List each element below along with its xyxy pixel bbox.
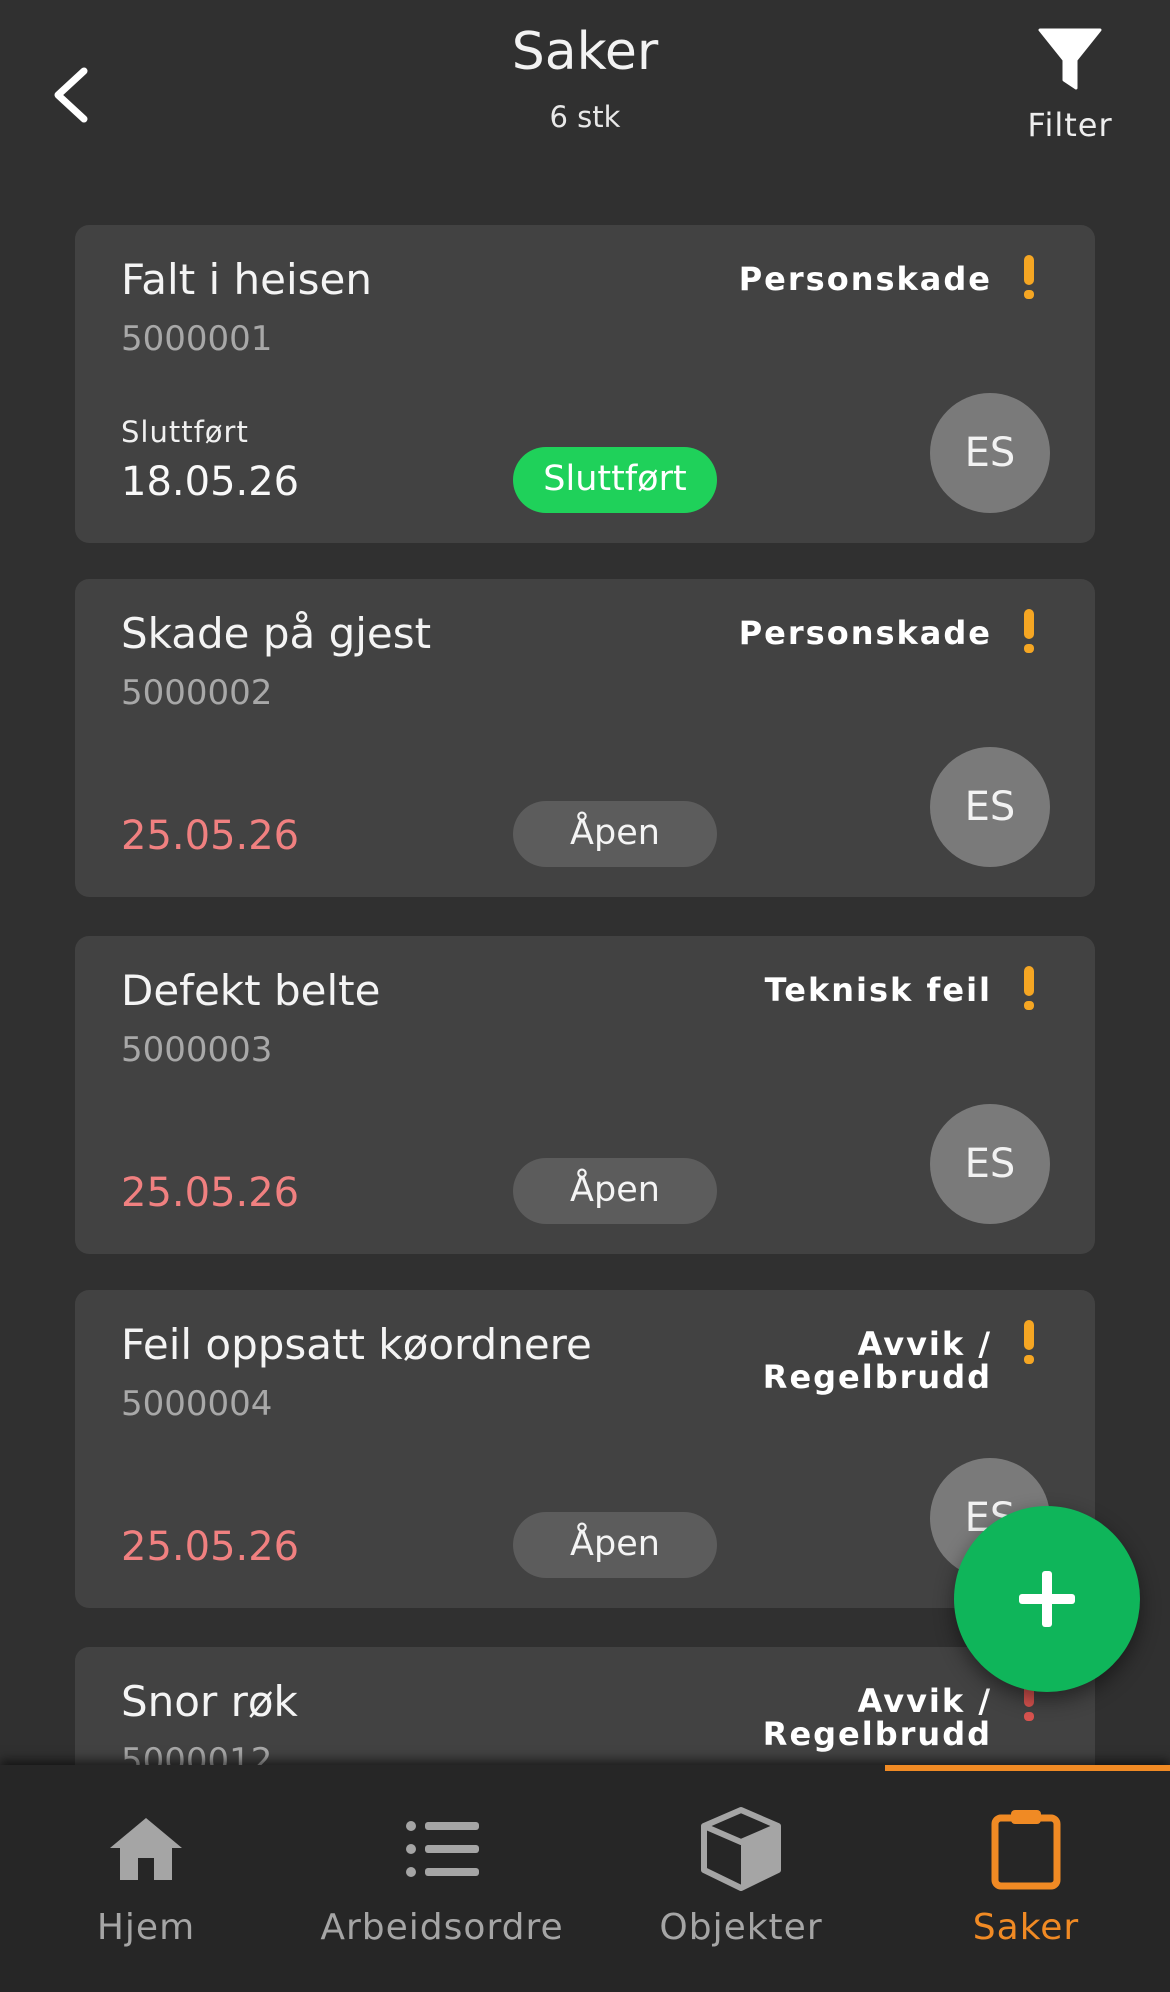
case-title: Snor røk	[121, 1677, 298, 1726]
case-type: Teknisk feil	[764, 971, 992, 1009]
assignee-avatar: ES	[930, 393, 1050, 513]
bottom-navigation: Hjem Arbeidsordre Objekter Saker	[0, 1765, 1170, 1992]
case-number: 5000012	[121, 1741, 273, 1765]
case-number: 5000002	[121, 673, 273, 713]
case-type: Personskade	[738, 614, 992, 652]
nav-item-hjem[interactable]: Hjem	[0, 1765, 292, 1992]
case-title: Defekt belte	[121, 966, 381, 1015]
plus-icon	[1019, 1571, 1075, 1627]
nav-label: Objekter	[659, 1907, 823, 1948]
case-count: 6 stk	[549, 100, 621, 134]
case-type: Avvik / Regelbrudd	[762, 1325, 992, 1396]
funnel-icon	[1038, 28, 1102, 90]
list-icon	[406, 1821, 479, 1877]
case-number: 5000004	[121, 1384, 273, 1424]
case-title: Skade på gjest	[121, 609, 432, 658]
page-title: Saker	[511, 22, 659, 82]
filter-label: Filter	[1027, 106, 1113, 144]
status-badge: Sluttført	[513, 447, 717, 513]
home-icon	[110, 1818, 182, 1880]
case-card[interactable]: Falt i heisen 5000001 Personskade Sluttf…	[75, 225, 1095, 543]
case-type: Avvik / Regelbrudd	[762, 1682, 992, 1753]
case-number: 5000003	[121, 1030, 273, 1070]
status-badge: Åpen	[513, 1158, 717, 1224]
date-label: Sluttført	[121, 415, 249, 449]
nav-item-objekter[interactable]: Objekter	[595, 1765, 887, 1992]
exclamation-icon	[1021, 966, 1037, 1010]
case-title: Feil oppsatt køordnere	[121, 1320, 592, 1369]
nav-label: Arbeidsordre	[320, 1907, 564, 1948]
assignee-avatar: ES	[930, 747, 1050, 867]
exclamation-icon	[1021, 609, 1037, 653]
nav-item-saker[interactable]: Saker	[880, 1765, 1170, 1992]
case-date: 25.05.26	[121, 1170, 300, 1216]
nav-label: Hjem	[96, 1907, 196, 1948]
filter-button[interactable]: Filter	[1000, 28, 1140, 163]
clipboard-icon	[991, 1810, 1061, 1890]
case-number: 5000001	[121, 319, 273, 359]
header: Saker 6 stk Filter	[0, 0, 1170, 190]
nav-label: Saker	[972, 1907, 1080, 1948]
assignee-avatar: ES	[930, 1104, 1050, 1224]
exclamation-icon	[1021, 1320, 1037, 1364]
case-card[interactable]: Skade på gjest 5000002 Personskade 25.05…	[75, 579, 1095, 897]
case-date: 25.05.26	[121, 813, 300, 859]
app: Falt i heisen 5000001 Personskade Sluttf…	[0, 0, 1170, 1992]
case-card[interactable]: Defekt belte 5000003 Teknisk feil 25.05.…	[75, 936, 1095, 1254]
status-badge: Åpen	[513, 1512, 717, 1578]
case-title: Falt i heisen	[121, 255, 373, 304]
case-date: 18.05.26	[121, 459, 300, 505]
status-badge: Åpen	[513, 801, 717, 867]
case-date: 25.05.26	[121, 1524, 300, 1570]
case-card[interactable]: Feil oppsatt køordnere 5000004 Avvik / R…	[75, 1290, 1095, 1608]
nav-item-arbeidsordre[interactable]: Arbeidsordre	[296, 1765, 588, 1992]
case-type: Personskade	[738, 260, 992, 298]
cube-icon	[701, 1807, 781, 1891]
exclamation-icon	[1021, 255, 1037, 299]
case-list[interactable]: Falt i heisen 5000001 Personskade Sluttf…	[0, 0, 1170, 1765]
case-card[interactable]: Snor røk 5000012 Avvik / Regelbrudd	[75, 1647, 1095, 1765]
add-case-button[interactable]	[954, 1506, 1140, 1692]
